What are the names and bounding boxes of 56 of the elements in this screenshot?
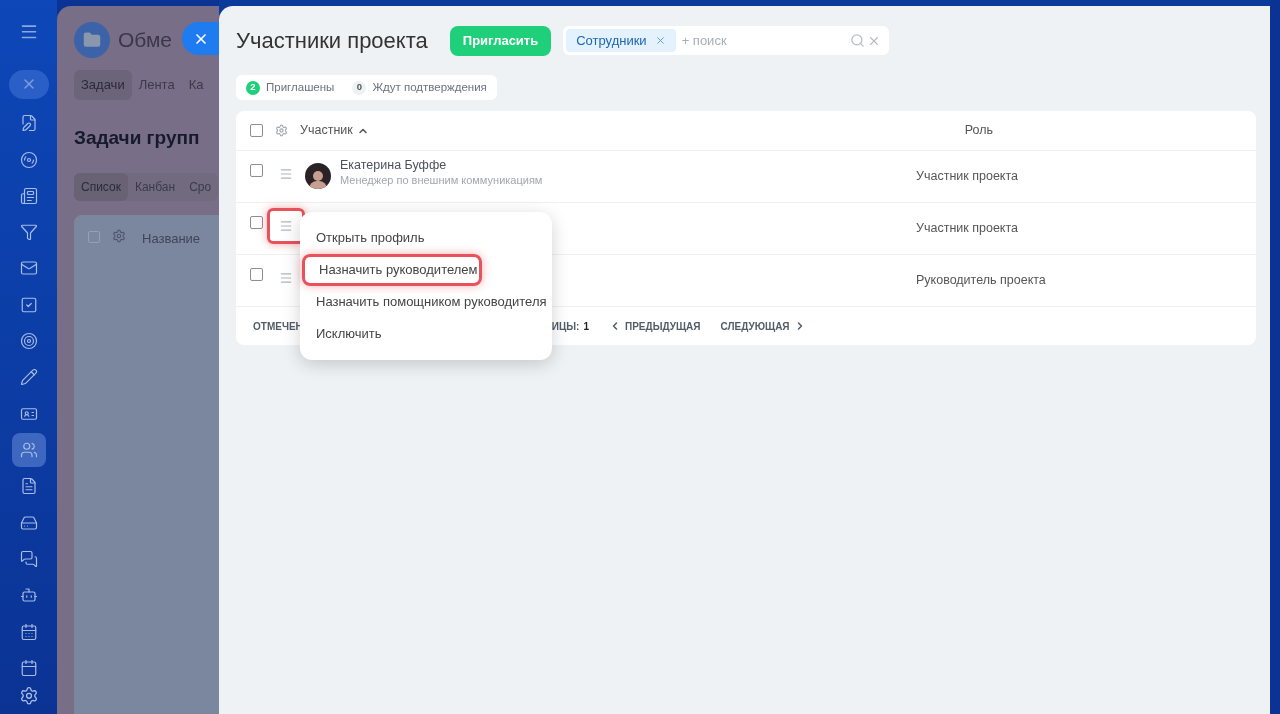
folder-icon	[74, 22, 110, 58]
previous-button[interactable]: ПРЕДЫДУЩАЯ	[609, 318, 701, 334]
filter-tag[interactable]: Сотрудники	[566, 29, 676, 52]
column-header[interactable]: Участник	[300, 121, 369, 140]
funnel-icon	[19, 223, 38, 242]
menu-item[interactable]: Назначить руководителем	[302, 254, 482, 286]
column-header: Название	[142, 230, 201, 248]
menu-icon	[279, 271, 293, 285]
page-heading: Задачи групп	[74, 125, 200, 150]
menu-item[interactable]: Исключить	[302, 318, 550, 350]
calendar-icon	[19, 659, 38, 678]
page-label: ИЦЫ:	[551, 319, 580, 334]
checkbox[interactable]	[250, 124, 263, 137]
member-role: Руководитель проекта	[916, 272, 1046, 289]
member-role: Участник проекта	[916, 168, 1018, 185]
checkbox-icon	[19, 295, 38, 314]
chat-icon	[19, 550, 38, 569]
counter-label[interactable]: Ждут подтверждения	[372, 78, 487, 97]
document-edit-icon	[19, 114, 38, 133]
count-badge: 2	[246, 80, 260, 95]
checkbox[interactable]	[250, 216, 263, 229]
menu-item[interactable]: Открыть профиль	[302, 222, 550, 254]
menu-item[interactable]: Назначить помощником руководителя	[302, 286, 550, 318]
checkbox[interactable]	[250, 268, 263, 281]
member-name[interactable]: Екатерина Буффе	[340, 158, 543, 174]
document-icon	[19, 477, 38, 496]
panel-title: Участники проекта	[236, 27, 428, 55]
close-icon[interactable]	[654, 35, 666, 46]
disc-icon	[19, 150, 38, 169]
close-button[interactable]	[8, 69, 49, 99]
avatar	[305, 163, 331, 189]
search-input[interactable]: + поиск	[681, 30, 851, 51]
next-button[interactable]: СЛЕДУЮЩАЯ	[720, 318, 806, 334]
calendar-icon	[19, 622, 38, 641]
page-title: Обме	[118, 27, 173, 54]
close-button[interactable]	[182, 22, 219, 55]
page-number: 1	[583, 319, 589, 334]
sidebar-item[interactable]	[11, 433, 46, 467]
column-header[interactable]: Роль	[964, 121, 993, 140]
search-field[interactable]: Сотрудники + поиск	[563, 26, 890, 55]
target-icon	[19, 332, 38, 351]
member-position: Менеджер по внешним коммуникациям	[340, 173, 543, 188]
menu-icon	[279, 219, 293, 233]
counter-label[interactable]: Приглашены	[266, 78, 335, 97]
drive-icon	[19, 513, 38, 532]
checkbox[interactable]	[88, 231, 100, 243]
checkbox[interactable]	[250, 164, 263, 177]
menu-icon	[279, 167, 293, 181]
pencil-icon	[19, 368, 38, 387]
mail-icon	[19, 259, 38, 278]
users-icon	[19, 441, 38, 460]
member-role: Участник проекта	[916, 220, 1018, 237]
newspaper-icon	[19, 186, 38, 205]
count-badge: 0	[352, 80, 367, 95]
robot-icon	[19, 586, 38, 605]
settings-icon[interactable]	[18, 686, 39, 706]
